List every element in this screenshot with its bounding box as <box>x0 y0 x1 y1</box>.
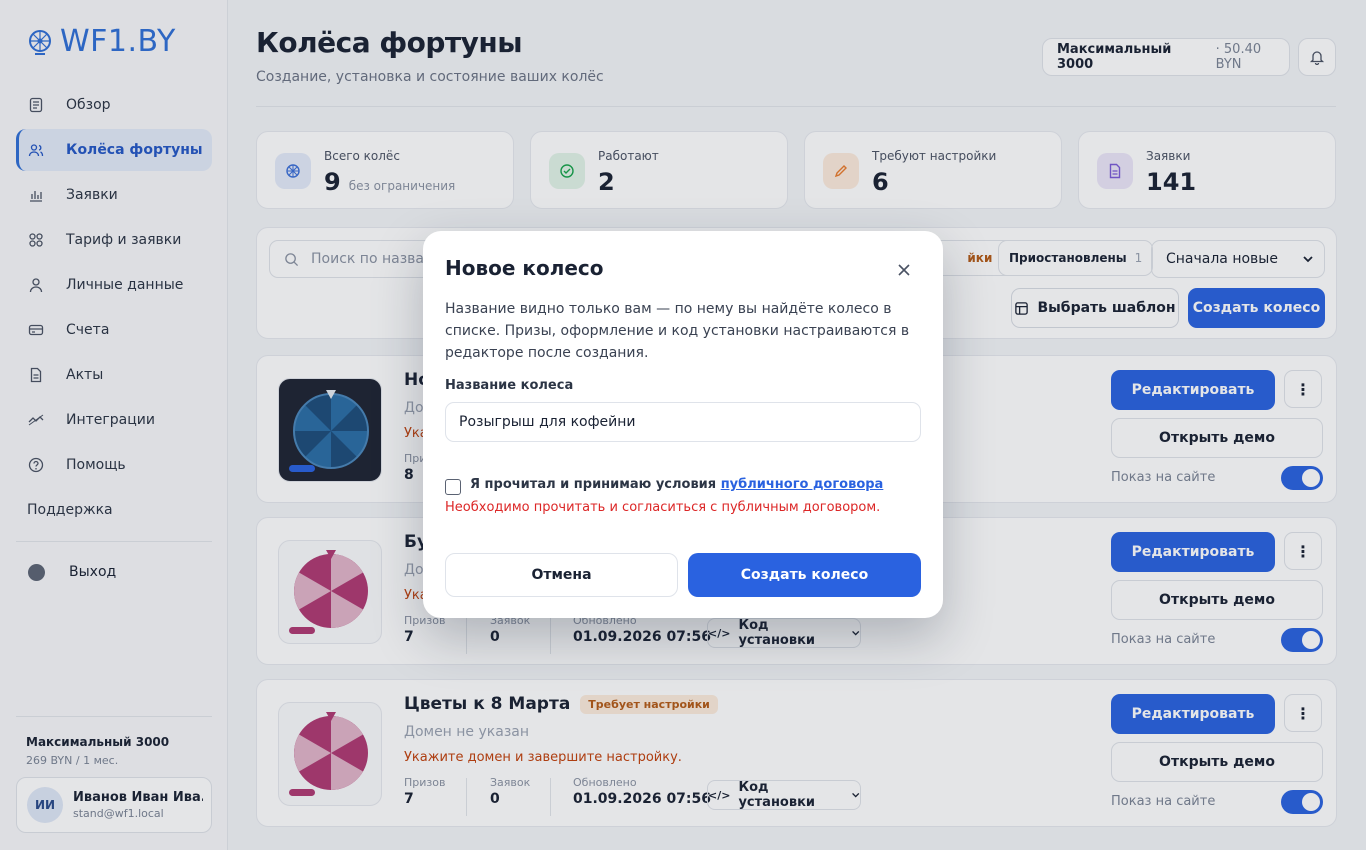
dialog-description: Название видно только вам — по нему вы н… <box>445 301 910 361</box>
close-icon <box>898 264 910 276</box>
submit-create-button[interactable]: Создать колесо <box>688 553 921 597</box>
new-wheel-dialog: Новое колесо Название видно только вам —… <box>423 231 943 618</box>
cancel-button[interactable]: Отмена <box>445 553 678 597</box>
public-contract-link[interactable]: публичного договора <box>721 477 884 492</box>
close-button[interactable] <box>893 259 915 281</box>
agree-label: Я прочитал и принимаю условия публичного… <box>470 477 883 492</box>
agree-checkbox[interactable] <box>445 479 461 495</box>
error-message: Необходимо прочитать и согласиться с пуб… <box>445 500 881 515</box>
field-label: Название колеса <box>445 378 574 393</box>
wheel-name-input[interactable] <box>445 402 921 442</box>
agree-text: Я прочитал и принимаю условия <box>470 477 717 492</box>
dialog-title: Новое колесо <box>445 256 604 280</box>
